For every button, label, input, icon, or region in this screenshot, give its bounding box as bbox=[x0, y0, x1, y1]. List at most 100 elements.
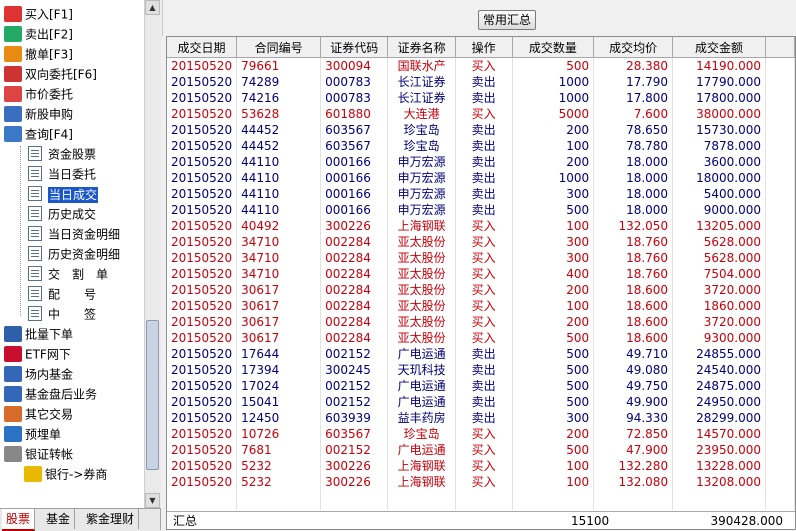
cell-filler bbox=[765, 426, 795, 442]
tree-scrollbar[interactable]: ▲ ▼ bbox=[144, 0, 161, 508]
table-row[interactable]: 20150520 10726 603567 珍宝岛 买入 200 72.850 14570.0… bbox=[167, 426, 795, 442]
sidebar-item[interactable]: 银证转帐 bbox=[4, 444, 73, 464]
table-row[interactable]: 20150520 79661 300094 国联水产 买入 500 28.380 14190.… bbox=[167, 57, 795, 74]
cell-name: 上海钢联 bbox=[387, 458, 456, 474]
cell-qty: 200 bbox=[512, 122, 595, 138]
table-row[interactable]: 20150520 53628 601880 大连港 买入 5000 7.600 38000.0… bbox=[167, 106, 795, 122]
table-row[interactable]: 20150520 30617 002284 亚太股份 买入 100 18.600 1860.0… bbox=[167, 298, 795, 314]
cell-date: 20150520 bbox=[167, 202, 238, 218]
column-header[interactable]: 证券名称 bbox=[387, 37, 456, 58]
column-header[interactable]: 成交数量 bbox=[512, 37, 595, 58]
cell-name: 申万宏源 bbox=[387, 186, 456, 202]
cell-op: 买入 bbox=[455, 234, 513, 250]
sidebar-item[interactable]: 其它交易 bbox=[4, 404, 73, 424]
cell-qty: 500 bbox=[512, 57, 595, 74]
sidebar-item-label: 市价委托 bbox=[25, 87, 74, 102]
sidebar-item[interactable]: 场内基金 bbox=[4, 364, 73, 384]
cell-date: 20150520 bbox=[167, 378, 238, 394]
table-row[interactable]: 20150520 17024 002152 广电运通 卖出 500 49.750 24875.… bbox=[167, 378, 795, 394]
function-tree: 买入[F1] 卖出[F2] 撤单[F3] 双向委托[F6] 市价委托新股申购 查询[F4]… bbox=[0, 0, 144, 508]
table-row[interactable]: 20150520 34710 002284 亚太股份 买入 300 18.760 5628.0… bbox=[167, 250, 795, 266]
table-row[interactable]: 20150520 30617 002284 亚太股份 买入 500 18.600 9300.0… bbox=[167, 330, 795, 346]
cell-name: 申万宏源 bbox=[387, 202, 456, 218]
sidebar-item[interactable]: ETF网下 bbox=[4, 344, 71, 364]
sidebar-item[interactable]: 当日委托 bbox=[28, 164, 96, 184]
table-row[interactable]: 20150520 30617 002284 亚太股份 买入 200 18.600 3720.0… bbox=[167, 314, 795, 330]
table-row[interactable]: 20150520 5232 300226 上海钢联 买入 100 132.280 13228.… bbox=[167, 458, 795, 474]
scroll-thumb[interactable] bbox=[146, 320, 159, 470]
column-header[interactable]: 成交日期 bbox=[167, 37, 238, 58]
sidebar-item[interactable]: 历史成交 bbox=[28, 204, 96, 224]
sidebar-item[interactable]: 买入[F1] bbox=[4, 4, 73, 24]
column-header[interactable]: 成交金额 bbox=[672, 37, 767, 58]
table-row[interactable]: 20150520 74216 000783 长江证券 卖出 1000 17.800 17800… bbox=[167, 90, 795, 106]
sidebar-item[interactable]: 撤单[F3] bbox=[4, 44, 73, 64]
sidebar-item[interactable]: 批量下单 bbox=[4, 324, 73, 344]
cell-price: 18.000 bbox=[593, 202, 674, 218]
cell-price: 18.600 bbox=[593, 298, 674, 314]
cell-date: 20150520 bbox=[167, 138, 238, 154]
sidebar-item[interactable]: 交 割 单 bbox=[28, 264, 108, 284]
sidebar-item[interactable]: 双向委托[F6] bbox=[4, 64, 97, 84]
sidebar-item-label: 历史成交 bbox=[48, 207, 97, 222]
cell-contract: 30617 bbox=[236, 298, 322, 314]
sidebar-item[interactable]: 当日资金明细 bbox=[28, 224, 120, 244]
table-row[interactable]: 20150520 44110 000166 申万宏源 卖出 1000 18.000 18000… bbox=[167, 170, 795, 186]
table-row[interactable]: 20150520 34710 002284 亚太股份 买入 400 18.760 7504.0… bbox=[167, 266, 795, 282]
cell-name: 亚太股份 bbox=[387, 234, 456, 250]
cell-contract: 34710 bbox=[236, 234, 322, 250]
table-row[interactable]: 20150520 15041 002152 广电运通 卖出 500 49.900 24950.… bbox=[167, 394, 795, 410]
column-header-filler bbox=[765, 37, 795, 58]
sidebar-item-label: 撤单[F3] bbox=[25, 47, 73, 62]
sidebar-item[interactable]: 市价委托 bbox=[4, 84, 73, 104]
column-header[interactable]: 合同编号 bbox=[236, 37, 322, 58]
cell-contract: 15041 bbox=[236, 394, 322, 410]
table-row[interactable]: 20150520 44110 000166 申万宏源 卖出 200 18.000 3600.0… bbox=[167, 154, 795, 170]
scroll-down-arrow-icon[interactable]: ▼ bbox=[145, 493, 160, 508]
sidebar-item[interactable]: 新股申购 bbox=[4, 104, 73, 124]
column-header[interactable]: 证券代码 bbox=[320, 37, 389, 58]
table-row[interactable]: 20150520 5232 300226 上海钢联 买入 100 132.080 13208.… bbox=[167, 474, 795, 490]
table-row[interactable]: 20150520 34710 002284 亚太股份 买入 300 18.760 5628.0… bbox=[167, 234, 795, 250]
table-row[interactable]: 20150520 12450 603939 益丰药房 卖出 300 94.330 28299.… bbox=[167, 410, 795, 426]
cell-name: 亚太股份 bbox=[387, 314, 456, 330]
column-header[interactable]: 成交均价 bbox=[593, 37, 674, 58]
table-row[interactable]: 20150520 17394 300245 天玑科技 卖出 500 49.080 24540.… bbox=[167, 362, 795, 378]
cell-op: 买入 bbox=[455, 458, 513, 474]
tab-zijin-wealth[interactable]: 紫金理财 bbox=[82, 509, 140, 529]
cell-amount: 17790.000 bbox=[672, 74, 767, 90]
table-row[interactable]: 20150520 7681 002152 广电运通 买入 500 47.900 23950.0… bbox=[167, 442, 795, 458]
table-row[interactable]: 20150520 17644 002152 广电运通 卖出 500 49.710 24855.… bbox=[167, 346, 795, 362]
table-row[interactable]: 20150520 44110 000166 申万宏源 卖出 300 18.000 5400.0… bbox=[167, 186, 795, 202]
bank-transfer-icon bbox=[4, 445, 22, 462]
sidebar-item[interactable]: 历史资金明细 bbox=[28, 244, 120, 264]
column-header[interactable]: 操作 bbox=[455, 37, 513, 58]
sidebar-item[interactable]: 配 号 bbox=[28, 284, 96, 304]
sidebar-item[interactable]: 银行->券商 bbox=[24, 464, 107, 484]
cell-price: 132.080 bbox=[593, 474, 674, 490]
cell-contract: 74216 bbox=[236, 90, 322, 106]
table-row[interactable]: 20150520 40492 300226 上海钢联 买入 100 132.050 13205… bbox=[167, 218, 795, 234]
tab-funds[interactable]: 基金 bbox=[42, 509, 76, 529]
sidebar-item[interactable]: 中 签 bbox=[28, 304, 96, 324]
sidebar-item[interactable]: 资金股票 bbox=[28, 144, 96, 164]
table-row[interactable]: 20150520 44452 603567 珍宝岛 卖出 100 78.780 7878.00… bbox=[167, 138, 795, 154]
sidebar-item[interactable]: 查询[F4] bbox=[4, 124, 73, 144]
scroll-up-arrow-icon[interactable]: ▲ bbox=[145, 0, 160, 15]
cell-contract: 10726 bbox=[236, 426, 322, 442]
cell-price: 47.900 bbox=[593, 442, 674, 458]
tab-stocks[interactable]: 股票 bbox=[2, 509, 36, 531]
sidebar-item[interactable]: 当日成交 bbox=[28, 184, 99, 204]
sidebar-item[interactable]: 卖出[F2] bbox=[4, 24, 73, 44]
cell-contract: 44452 bbox=[236, 138, 322, 154]
table-row[interactable]: 20150520 44110 000166 申万宏源 卖出 500 18.000 9000.0… bbox=[167, 202, 795, 218]
cell-amount: 9000.000 bbox=[672, 202, 767, 218]
table-row[interactable]: 20150520 30617 002284 亚太股份 买入 200 18.600 3720.0… bbox=[167, 282, 795, 298]
cell-name: 上海钢联 bbox=[387, 218, 456, 234]
common-summary-button[interactable]: 常用汇总 bbox=[478, 10, 536, 30]
sidebar-item[interactable]: 基金盘后业务 bbox=[4, 384, 97, 404]
sidebar-item[interactable]: 预埋单 bbox=[4, 424, 61, 444]
table-row[interactable]: 20150520 74289 000783 长江证券 卖出 1000 17.790 17790… bbox=[167, 74, 795, 90]
table-row[interactable]: 20150520 44452 603567 珍宝岛 卖出 200 78.650 15730.0… bbox=[167, 122, 795, 138]
cell-filler bbox=[765, 186, 795, 202]
